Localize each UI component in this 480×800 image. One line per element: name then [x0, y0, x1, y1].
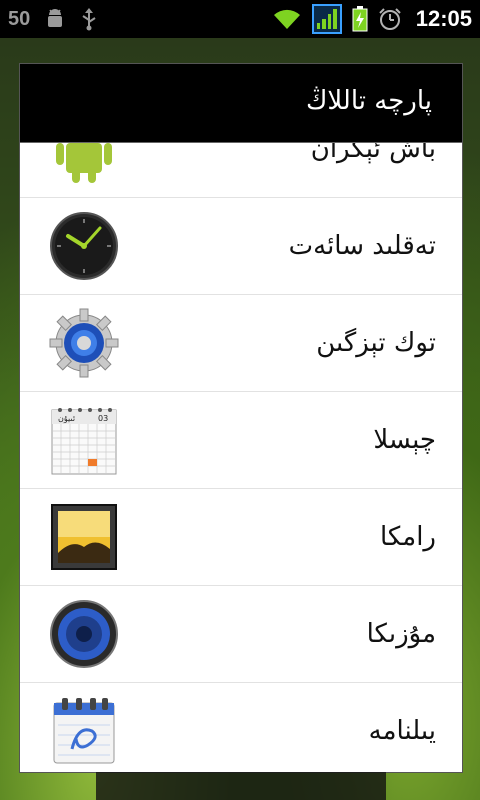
alarm-clock-icon — [379, 8, 401, 30]
settings-gear-icon — [49, 308, 119, 378]
dialog-title: پارچە تاللاڭ — [305, 86, 432, 116]
widget-list[interactable]: باش ئېكران تەقلىد سائەت توك تېزگىن ئىيۇن… — [20, 143, 462, 772]
list-item-label: يىلنامە — [368, 716, 436, 746]
list-item-label: تەقلىد سائەت — [288, 231, 436, 261]
usb-icon — [82, 8, 96, 31]
list-item-label: رامكا — [380, 522, 436, 552]
list-item-calendar[interactable]: ئىيۇن 03 چېسلا — [20, 392, 462, 489]
analog-clock-icon — [50, 212, 118, 280]
picture-frame-icon — [51, 504, 117, 570]
list-item-music[interactable]: مۇزىكا — [20, 586, 462, 683]
list-item-picture-frame[interactable]: رامكا — [20, 489, 462, 586]
notification-count: 50 — [8, 7, 31, 30]
battery-charging-icon — [352, 6, 368, 32]
clock-time: 12:05 — [415, 6, 472, 31]
list-item-label: باش ئېكران — [310, 143, 436, 164]
android-debug-icon — [48, 9, 63, 27]
android-icon — [56, 143, 112, 183]
status-bar: 50 12:05 — [0, 0, 480, 38]
notebook-icon — [53, 698, 115, 764]
dock-background — [96, 772, 386, 800]
calendar-icon: ئىيۇن 03 — [51, 408, 117, 475]
calendar-icon-day: 03 — [98, 414, 108, 423]
choose-widget-dialog: پارچە تاللاڭ باش ئېكران تەقلىد سائەت توك… — [20, 64, 462, 772]
list-item-power-control[interactable]: توك تېزگىن — [20, 295, 462, 392]
list-item-analog-clock[interactable]: تەقلىد سائەت — [20, 198, 462, 295]
list-item-label: توك تېزگىن — [316, 328, 436, 358]
calendar-icon-month: ئىيۇن — [58, 414, 75, 423]
cell-signal-icon — [311, 4, 342, 34]
list-item-home-screen[interactable]: باش ئېكران — [20, 143, 462, 198]
list-item-label: مۇزىكا — [366, 619, 436, 649]
dialog-header: پارچە تاللاڭ — [20, 64, 462, 143]
list-item-notebook[interactable]: يىلنامە — [20, 683, 462, 772]
list-item-label: چېسلا — [373, 425, 436, 455]
speaker-icon — [50, 600, 118, 668]
wifi-icon — [273, 9, 300, 29]
